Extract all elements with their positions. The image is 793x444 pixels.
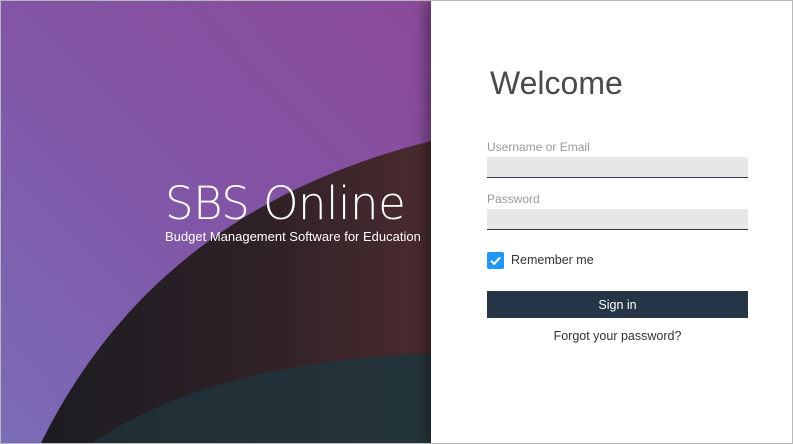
sign-in-button[interactable]: Sign in — [487, 291, 748, 318]
login-panel: Welcome Username or Email Password Remem… — [431, 1, 792, 443]
remember-me-toggle[interactable]: Remember me — [487, 251, 594, 269]
login-window: SBS Online Budget Management Software fo… — [0, 0, 793, 444]
remember-me-checkbox[interactable] — [487, 251, 504, 269]
brand-title: SBS Online — [165, 177, 406, 230]
password-label: Password — [487, 192, 540, 206]
brand-block: SBS Online Budget Management Software fo… — [165, 177, 421, 245]
remember-me-label: Remember me — [511, 253, 594, 267]
hero-panel: SBS Online Budget Management Software fo… — [1, 1, 431, 443]
forgot-password-link[interactable]: Forgot your password? — [487, 329, 748, 343]
password-input[interactable] — [487, 209, 748, 230]
username-input[interactable] — [487, 157, 748, 178]
brand-subtitle: Budget Management Software for Education — [165, 229, 421, 244]
checkmark-icon — [490, 256, 501, 265]
welcome-heading: Welcome — [490, 65, 623, 101]
username-label: Username or Email — [487, 140, 590, 154]
